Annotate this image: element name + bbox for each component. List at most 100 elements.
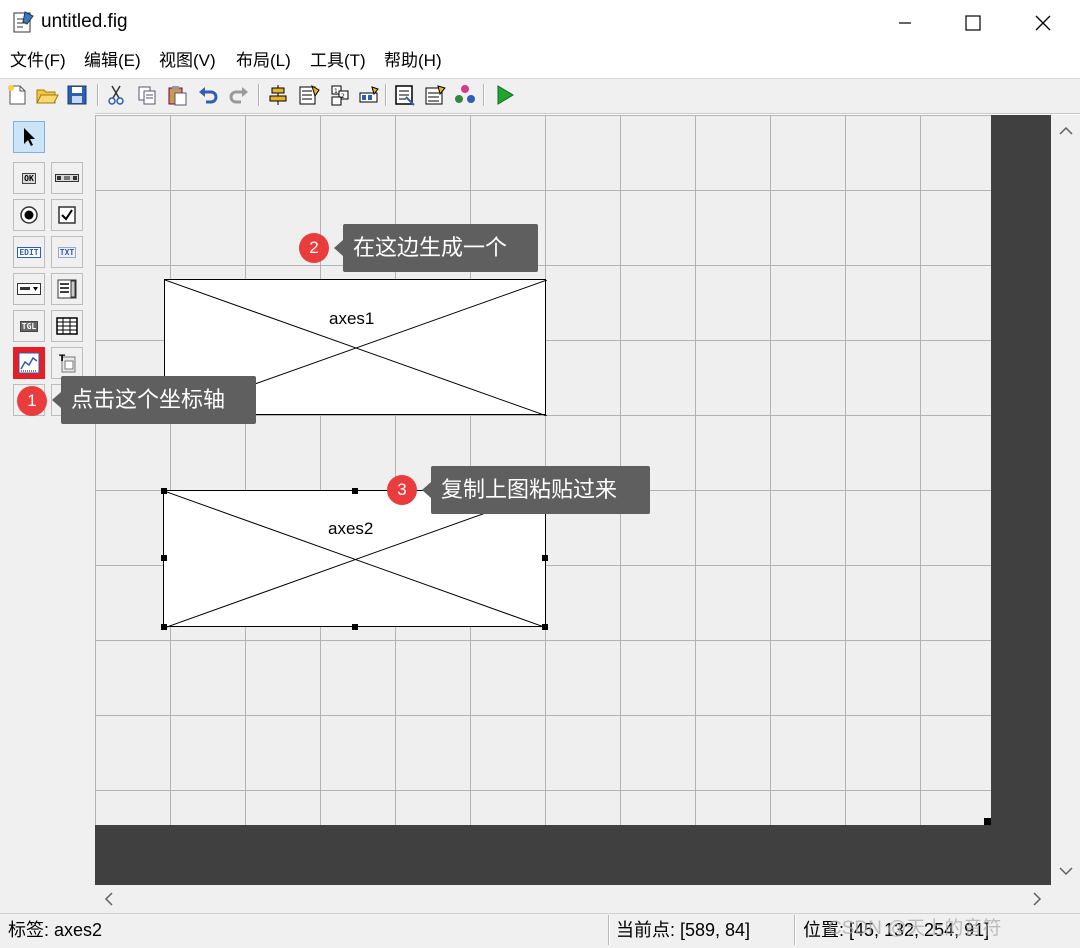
svg-text:1: 1 <box>334 88 338 95</box>
axes-chart-icon <box>18 352 40 374</box>
annotation-3-callout: 复制上图粘贴过来 <box>431 466 650 514</box>
table-icon <box>56 317 78 335</box>
save-icon <box>67 85 87 105</box>
scroll-corner <box>1051 885 1080 913</box>
panel-icon: T <box>59 354 76 373</box>
run-button[interactable] <box>491 82 517 108</box>
resize-handle[interactable] <box>352 624 358 630</box>
annotation-2-badge: 2 <box>299 233 329 263</box>
table-tool[interactable] <box>51 310 83 342</box>
toolbar-editor-button[interactable] <box>356 82 382 108</box>
menu-layout[interactable]: 布局(L) <box>234 50 293 72</box>
menu-editor-button[interactable] <box>296 82 322 108</box>
editor-button[interactable] <box>391 82 417 108</box>
toolbar-separator <box>97 84 99 106</box>
editor-icon <box>395 85 415 106</box>
figure-resize-handle[interactable] <box>984 818 991 825</box>
maximize-icon <box>965 14 981 31</box>
checkbox-icon <box>58 206 76 224</box>
minimize-icon <box>899 21 911 24</box>
maximize-button[interactable] <box>938 0 1008 45</box>
slider-tool[interactable] <box>51 162 83 194</box>
new-file-button[interactable] <box>4 82 30 108</box>
status-tag: 标签: axes2 <box>8 920 103 940</box>
annotation-arrow <box>422 482 431 498</box>
axes2-label: axes2 <box>328 519 374 538</box>
property-inspector-button[interactable] <box>422 82 448 108</box>
align-objects-icon <box>269 85 287 105</box>
annotation-1-badge: 1 <box>17 386 47 416</box>
resize-handle[interactable] <box>352 488 358 494</box>
canvas-outside-area <box>991 115 1051 885</box>
resize-handle[interactable] <box>161 624 167 630</box>
toolbar-separator <box>483 84 485 106</box>
listbox-icon <box>57 279 77 299</box>
resize-handle[interactable] <box>542 555 548 561</box>
copy-icon <box>138 86 156 105</box>
arrow-cursor-icon <box>24 128 35 146</box>
open-button[interactable] <box>34 82 60 108</box>
toolbar-separator <box>258 84 260 106</box>
vertical-scrollbar[interactable] <box>1051 115 1080 885</box>
radio-button-icon <box>20 206 38 224</box>
annotation-3-badge: 3 <box>387 475 417 505</box>
menu-edit[interactable]: 编辑(E) <box>82 50 143 72</box>
listbox-tool[interactable] <box>51 273 83 305</box>
menu-tools[interactable]: 工具(T) <box>308 50 368 72</box>
annotation-arrow <box>334 240 343 256</box>
object-browser-button[interactable] <box>452 82 478 108</box>
toolbar-editor-icon <box>359 86 379 103</box>
component-palette <box>0 112 95 916</box>
scroll-left-arrow-icon[interactable] <box>96 885 122 913</box>
menu-view[interactable]: 视图(V) <box>157 50 218 72</box>
resize-handle[interactable] <box>542 624 548 630</box>
close-button[interactable] <box>1008 0 1078 45</box>
tab-order-icon: 12 <box>331 85 349 106</box>
cut-icon <box>108 85 124 105</box>
axes1-label: axes1 <box>329 309 375 328</box>
save-button[interactable] <box>64 82 90 108</box>
object-browser-icon <box>455 85 475 103</box>
menu-file[interactable]: 文件(F) <box>8 50 68 72</box>
paste-button[interactable] <box>164 82 190 108</box>
redo-icon <box>229 87 248 104</box>
resize-handle[interactable] <box>161 555 167 561</box>
toolbar <box>0 78 1080 114</box>
minimize-button[interactable] <box>870 0 940 45</box>
annotation-2-callout: 在这边生成一个 <box>343 224 538 272</box>
scroll-right-arrow-icon[interactable] <box>1024 885 1050 913</box>
slider-icon <box>55 174 79 182</box>
select-tool[interactable] <box>13 121 45 153</box>
cut-button[interactable] <box>103 82 129 108</box>
copy-button[interactable] <box>134 82 160 108</box>
scroll-down-arrow-icon[interactable] <box>1051 858 1080 884</box>
open-folder-icon <box>36 89 59 104</box>
panel-tool[interactable]: T <box>51 347 83 379</box>
watermark: CSDN @天上的音符 <box>828 918 1002 939</box>
checkbox-tool[interactable] <box>51 199 83 231</box>
align-objects-button[interactable] <box>265 82 291 108</box>
run-play-icon <box>497 85 514 105</box>
window-title: untitled.fig <box>41 11 128 32</box>
edit-text-tool[interactable]: EDIT <box>13 236 45 268</box>
redo-button[interactable] <box>226 82 252 108</box>
property-inspector-icon <box>425 85 446 105</box>
paste-icon <box>168 86 187 106</box>
menu-help[interactable]: 帮助(H) <box>382 50 444 72</box>
undo-button[interactable] <box>195 82 221 108</box>
tab-order-editor-button[interactable]: 12 <box>327 82 353 108</box>
resize-handle[interactable] <box>161 488 167 494</box>
horizontal-scrollbar[interactable] <box>95 885 1051 913</box>
figure-file-icon <box>11 10 35 34</box>
canvas-outside-area <box>95 825 991 885</box>
close-icon <box>1035 15 1051 30</box>
radio-button-tool[interactable] <box>13 199 45 231</box>
annotation-arrow <box>52 392 61 408</box>
scroll-up-arrow-icon[interactable] <box>1051 118 1080 144</box>
toggle-button-tool[interactable]: TGL <box>13 310 45 342</box>
axes-tool[interactable] <box>13 347 45 379</box>
pushbutton-tool[interactable]: OK <box>13 162 45 194</box>
popup-menu-tool[interactable] <box>13 273 45 305</box>
static-text-tool[interactable]: TXT <box>51 236 83 268</box>
annotation-1-callout: 点击这个坐标轴 <box>61 376 256 424</box>
